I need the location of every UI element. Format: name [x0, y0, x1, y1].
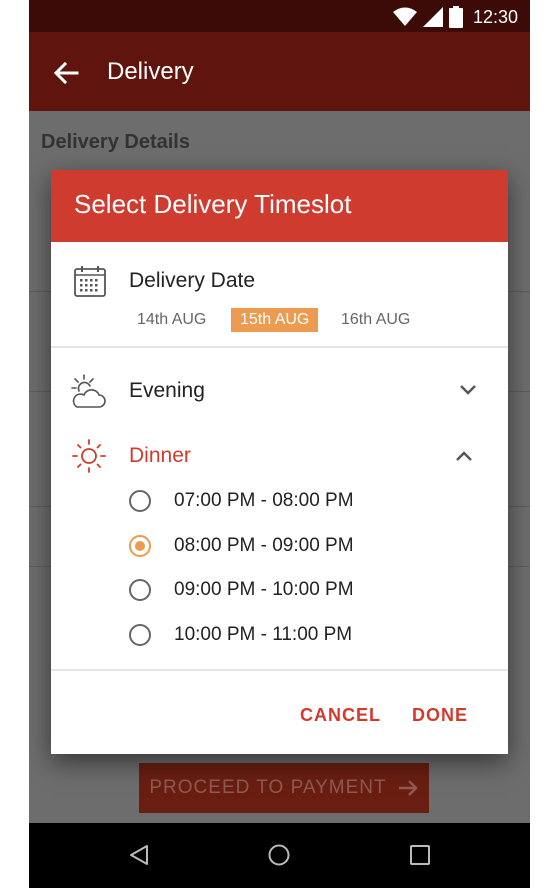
app-bar: Delivery — [29, 32, 530, 111]
timeslot-option[interactable]: 09:00 PM - 10:00 PM — [129, 575, 449, 605]
nav-back-icon[interactable] — [127, 843, 151, 867]
arrow-left-icon[interactable] — [51, 58, 81, 88]
sun-icon — [72, 439, 106, 473]
proceed-button-label: PROCEED TO PAYMENT — [149, 777, 387, 798]
divider — [51, 346, 508, 348]
proceed-to-payment-button[interactable]: PROCEED TO PAYMENT — [139, 763, 429, 813]
page-title: Delivery — [107, 58, 194, 85]
radio-button[interactable] — [129, 624, 151, 646]
delivery-date-label: Delivery Date — [129, 269, 256, 292]
divider — [51, 669, 508, 671]
done-button[interactable]: DONE — [412, 705, 468, 726]
group-evening-label[interactable]: Evening — [129, 379, 205, 403]
nav-recents-icon[interactable] — [409, 844, 431, 866]
date-option-15-aug[interactable]: 15th AUG — [231, 308, 319, 332]
timeslot-label: 08:00 PM - 09:00 PM — [174, 535, 354, 556]
radio-button-selected[interactable] — [129, 535, 151, 557]
battery-icon — [448, 6, 463, 28]
phone-screen: 12:30 Delivery Delivery Details PROCEED … — [29, 0, 530, 888]
nav-home-icon[interactable] — [267, 843, 291, 867]
chevron-up-icon[interactable] — [455, 450, 473, 462]
group-dinner-label[interactable]: Dinner — [129, 444, 191, 468]
status-time: 12:30 — [472, 6, 518, 27]
timeslot-dialog: Select Delivery Timeslot Delivery Date 1… — [51, 170, 508, 754]
date-option-16-aug[interactable]: 16th AUG — [332, 308, 419, 332]
radio-button[interactable] — [129, 490, 151, 512]
timeslot-option[interactable]: 10:00 PM - 11:00 PM — [129, 620, 449, 650]
system-nav-bar — [29, 823, 530, 888]
chevron-down-icon[interactable] — [459, 384, 477, 396]
timeslot-label: 10:00 PM - 11:00 PM — [174, 624, 353, 645]
status-bar: 12:30 — [29, 0, 530, 32]
wifi-icon — [392, 7, 417, 26]
arrow-right-icon — [398, 780, 418, 796]
timeslot-option[interactable]: 08:00 PM - 09:00 PM — [129, 531, 449, 561]
cloud-sun-icon — [71, 374, 106, 408]
timeslot-label: 09:00 PM - 10:00 PM — [174, 579, 354, 600]
signal-icon — [422, 7, 443, 27]
radio-button[interactable] — [129, 579, 151, 601]
date-option-14-aug[interactable]: 14th AUG — [128, 308, 215, 332]
dialog-title: Select Delivery Timeslot — [74, 189, 352, 219]
dialog-header: Select Delivery Timeslot — [51, 170, 508, 242]
status-icons: 12:30 — [392, 6, 518, 28]
calendar-icon — [74, 266, 106, 297]
timeslot-label: 07:00 PM - 08:00 PM — [174, 490, 354, 511]
section-title: Delivery Details — [41, 131, 190, 153]
cancel-button[interactable]: CANCEL — [300, 705, 381, 726]
timeslot-option[interactable]: 07:00 PM - 08:00 PM — [129, 486, 449, 516]
